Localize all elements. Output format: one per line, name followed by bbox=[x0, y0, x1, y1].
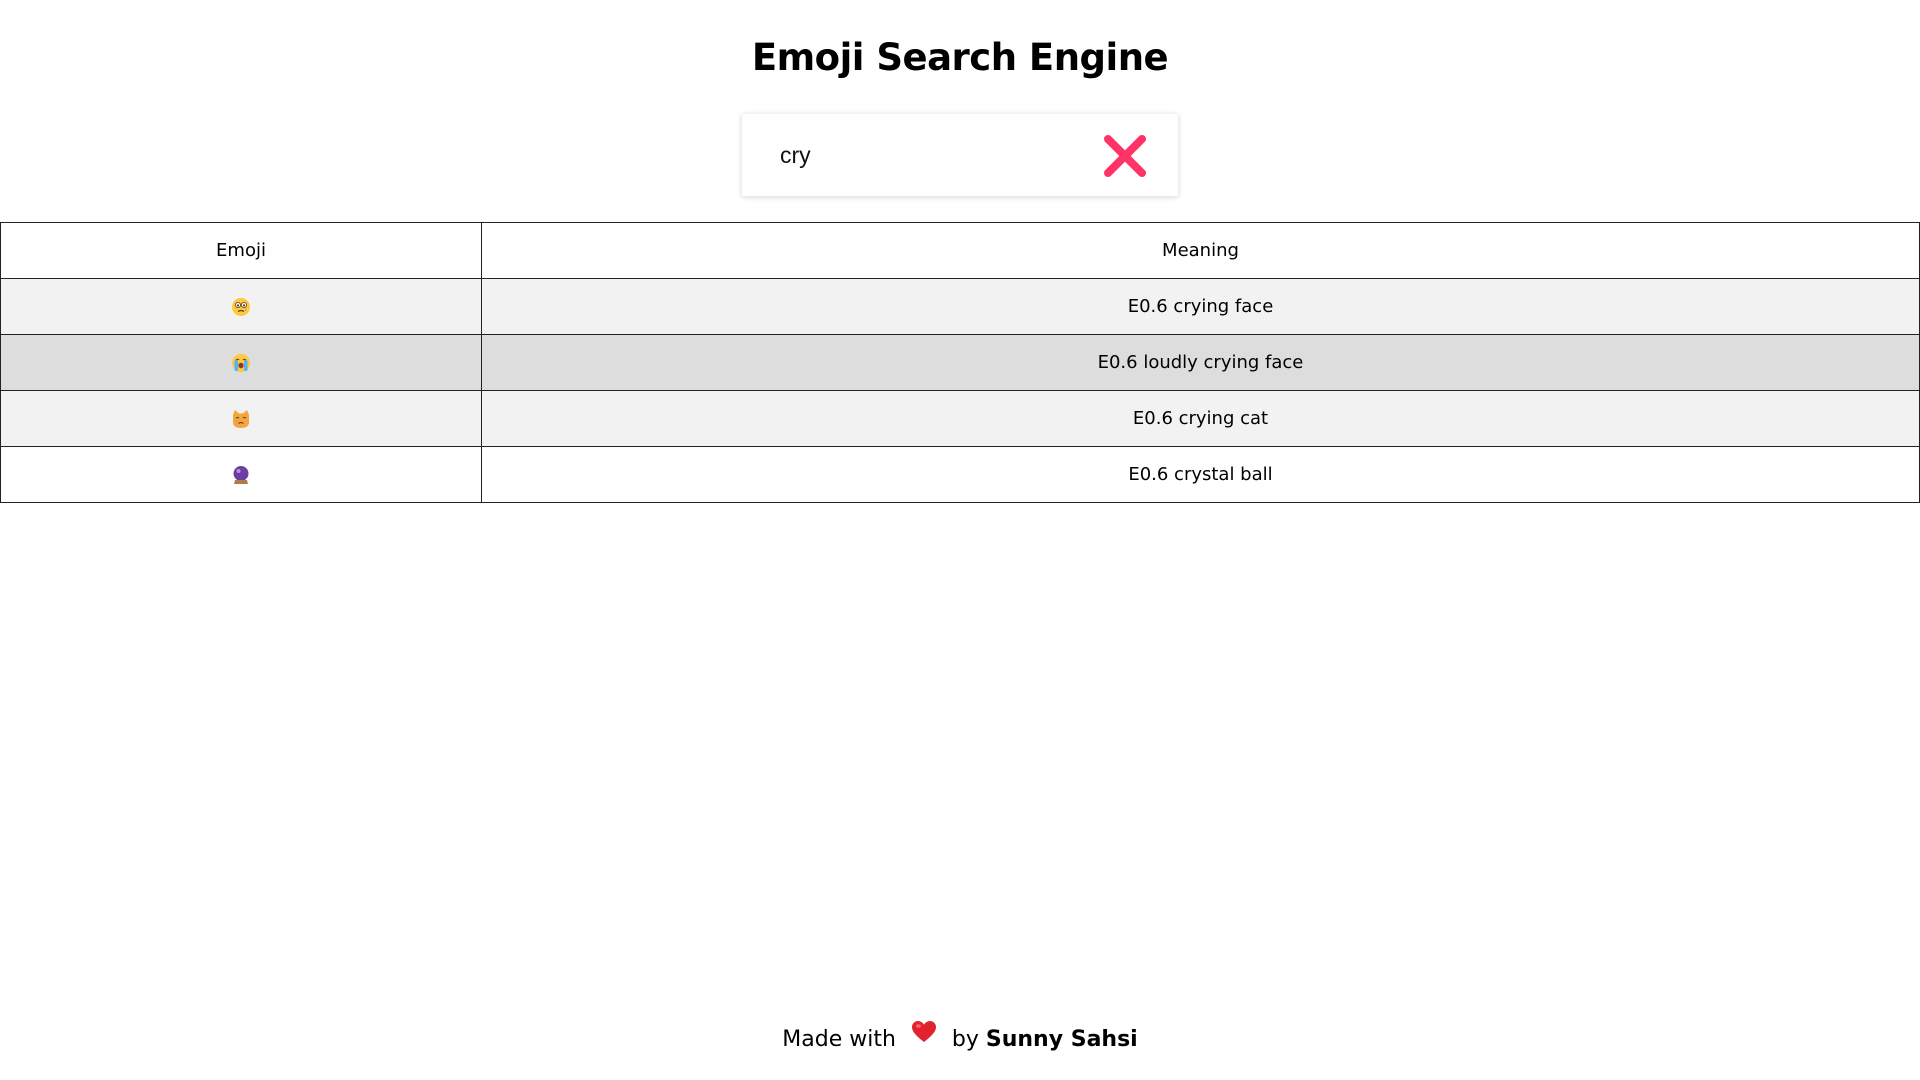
close-icon bbox=[1104, 135, 1146, 177]
table-header-row: Emoji Meaning bbox=[0, 222, 1920, 279]
column-header-meaning: Meaning bbox=[481, 222, 1920, 279]
meaning-cell[interactable]: E0.6 crystal ball bbox=[481, 446, 1920, 503]
crying-cat-icon bbox=[231, 408, 251, 429]
loudly-crying-face-icon bbox=[231, 352, 251, 373]
emoji-cell[interactable] bbox=[0, 446, 482, 503]
clear-search-button[interactable] bbox=[1102, 133, 1148, 179]
results-table: Emoji Meaning E0.6 crying face E0.6 loud… bbox=[0, 222, 1920, 503]
crystal-ball-icon bbox=[231, 464, 251, 485]
crying-face-icon bbox=[231, 296, 251, 317]
footer-by: by bbox=[951, 1027, 979, 1052]
meaning-cell[interactable]: E0.6 loudly crying face bbox=[481, 334, 1920, 391]
footer-prefix: Made with bbox=[782, 1027, 896, 1052]
page-title: Emoji Search Engine bbox=[751, 36, 1169, 79]
meaning-cell[interactable]: E0.6 crying cat bbox=[481, 390, 1920, 447]
meaning-cell[interactable]: E0.6 crying face bbox=[481, 278, 1920, 335]
search-input[interactable] bbox=[780, 135, 1080, 175]
table-row[interactable]: E0.6 crying face bbox=[0, 278, 1920, 335]
heart-icon bbox=[911, 1018, 937, 1058]
emoji-cell[interactable] bbox=[0, 334, 482, 391]
emoji-cell[interactable] bbox=[0, 390, 482, 447]
page: Emoji Search Engine Emoji Meaning bbox=[0, 0, 1920, 1080]
column-header-emoji: Emoji bbox=[0, 222, 482, 279]
table-row[interactable]: E0.6 crystal ball bbox=[0, 446, 1920, 503]
footer: Made with by Sunny Sahsi bbox=[0, 1020, 1920, 1060]
table-row[interactable]: E0.6 loudly crying face bbox=[0, 334, 1920, 391]
table-row[interactable]: E0.6 crying cat bbox=[0, 390, 1920, 447]
emoji-cell[interactable] bbox=[0, 278, 482, 335]
search-box bbox=[742, 114, 1178, 196]
author-name: Sunny Sahsi bbox=[985, 1027, 1138, 1052]
